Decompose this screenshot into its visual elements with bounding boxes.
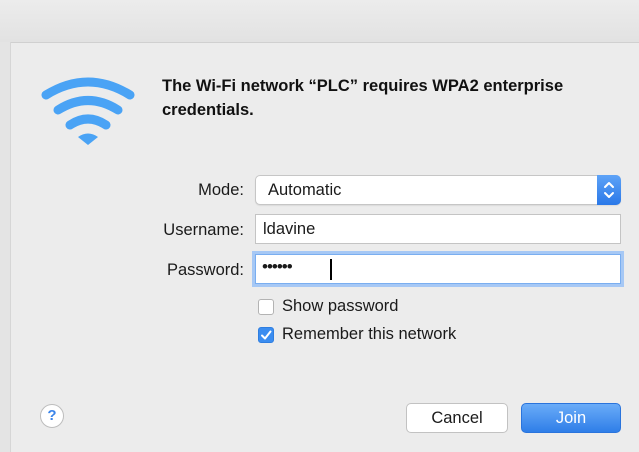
text-caret <box>330 259 332 280</box>
title-bar[interactable] <box>0 0 639 43</box>
dialog-heading: The Wi-Fi network “PLC” requires WPA2 en… <box>162 77 564 119</box>
cancel-button[interactable]: Cancel <box>406 403 508 433</box>
help-button[interactable]: ? <box>40 404 64 428</box>
password-mask: •••••• <box>262 257 293 276</box>
join-button[interactable]: Join <box>521 403 621 433</box>
window-edge <box>0 42 11 452</box>
remember-network-checkbox[interactable] <box>258 327 274 343</box>
show-password-label[interactable]: Show password <box>282 297 398 316</box>
password-field[interactable]: •••••• <box>255 254 621 284</box>
up-down-chevron-icon[interactable] <box>597 175 621 205</box>
mode-popup[interactable]: Automatic <box>255 175 621 205</box>
wifi-icon <box>41 77 135 145</box>
mode-label: Mode: <box>198 181 244 199</box>
username-value: ldavine <box>263 220 316 238</box>
show-password-checkbox[interactable] <box>258 299 274 315</box>
checkmark-icon <box>261 330 272 340</box>
mode-value: Automatic <box>268 181 342 199</box>
password-label: Password: <box>166 261 244 279</box>
remember-network-label[interactable]: Remember this network <box>282 325 456 344</box>
username-field[interactable]: ldavine <box>255 214 621 244</box>
username-label: Username: <box>163 221 244 239</box>
